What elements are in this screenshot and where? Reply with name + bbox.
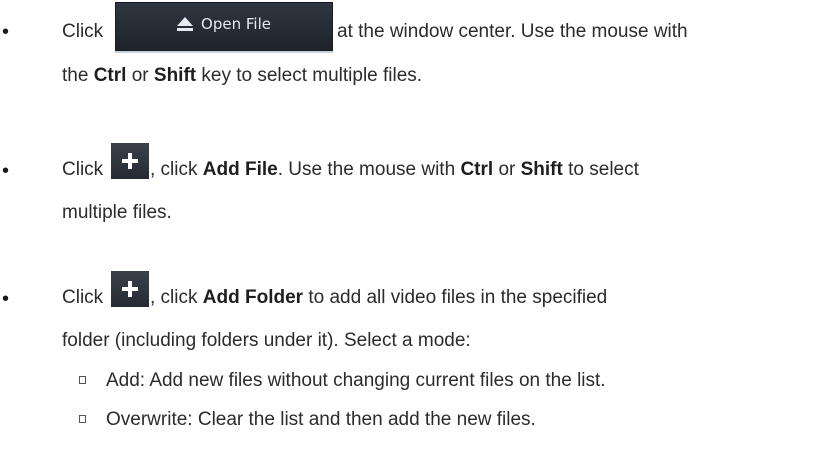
ctrl-key-text: Ctrl [93,65,127,86]
plus-icon [122,281,138,297]
line-text: folder (including folders under it). Sel… [62,330,471,351]
mode-overwrite-text: Overwrite: Clear the list and then add t… [106,409,536,430]
add-folder-text: Add Folder [202,287,304,308]
line-text: , click Add Folder to add all video file… [150,286,812,310]
open-file-button[interactable]: Open File [115,2,333,51]
bullet: • [2,288,10,310]
sub-bullet-icon [79,415,86,423]
sub-bullet-icon [79,376,86,384]
eject-icon [177,17,194,31]
add-file-text: Add File [202,159,278,180]
line-text: multiple files. [62,202,172,223]
text-run: the [62,65,94,86]
text-run: or [493,159,521,180]
add-button[interactable] [111,143,149,179]
bullet: • [2,21,10,43]
text-run: , click [150,287,203,308]
shift-key-text: Shift [153,65,197,86]
add-button[interactable] [111,271,149,307]
ctrl-key-text: Ctrl [460,159,494,180]
text-run: to add all video files in the specified [303,287,608,308]
open-file-button-label: Open File [201,15,271,33]
text-run: , click [150,159,203,180]
bullet: • [2,160,10,182]
document-page: • Click Open File at the window center. … [0,0,824,475]
mode-add-text: Add: Add new files without changing curr… [106,370,606,391]
text-run: key to select multiple files. [196,65,423,86]
click-text: Click [62,21,104,42]
button-underline [115,51,333,53]
line-text: at the window center. Use the mouse with [337,21,688,42]
text-run: , click Add File. Use the mouse with Ctr… [150,158,639,182]
line-text: the Ctrl or Shift key to select multiple… [62,64,422,88]
click-text: Click [62,159,104,180]
click-text: Click [62,287,104,308]
text-run: . Use the mouse with [277,159,461,180]
shift-key-text: Shift [520,159,563,180]
plus-icon [122,153,138,169]
text-run: to select [562,159,639,180]
line-text: , click Add File. Use the mouse with Ctr… [150,158,812,182]
text-run: or [126,65,154,86]
